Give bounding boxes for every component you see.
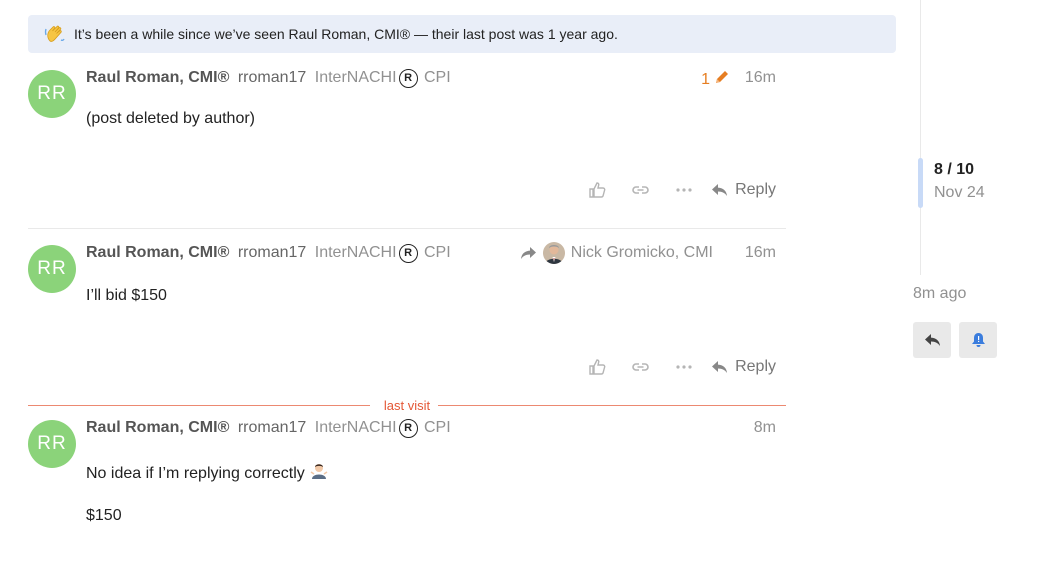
author-username[interactable]: rroman17 (238, 69, 306, 86)
reply-to-avatar (542, 242, 565, 264)
thumbs-up-icon (589, 182, 606, 198)
reply-to-name: Nick Gromicko, CMI (570, 244, 713, 261)
post-actions: Reply (576, 352, 776, 382)
registered-icon: R (398, 419, 418, 438)
reply-icon (712, 361, 728, 373)
registered-icon: R (398, 69, 418, 88)
user-title: InterNACHI R CPI (314, 69, 451, 88)
post-paragraph: No idea if I’m replying correctly (86, 462, 328, 485)
reply-button[interactable]: Reply (711, 181, 776, 199)
more-options-button[interactable] (662, 352, 705, 382)
post-8: RR Raul Roman, CMI® rroman17 InterNACHI R… (28, 69, 788, 220)
registered-icon: R (398, 244, 418, 263)
author-name[interactable]: Raul Roman, CMI® (86, 244, 229, 261)
last-visit-label: last visit (383, 398, 431, 413)
post-actions: Reply (576, 175, 776, 205)
avatar[interactable]: RR (28, 420, 76, 468)
author-name[interactable]: Raul Roman, CMI® (86, 419, 229, 436)
post-paragraph: (post deleted by author) (86, 110, 255, 127)
reply-label: Reply (735, 181, 776, 198)
copy-link-button[interactable] (619, 175, 662, 205)
thumbs-up-icon (589, 359, 606, 375)
user-title: InterNACHI R CPI (314, 244, 451, 263)
post-date[interactable]: 16m (745, 69, 776, 87)
post-meta: Raul Roman, CMI® rroman17 InterNACHI R CP… (86, 244, 451, 263)
post-10: RR Raul Roman, CMI® rroman17 InterNACHI R… (28, 419, 788, 570)
timeline-date: Nov 24 (934, 184, 985, 201)
like-button[interactable] (576, 175, 619, 205)
last-visit-divider: last visit (28, 398, 786, 413)
link-icon (632, 363, 649, 371)
edit-history-button[interactable]: 1 (701, 69, 730, 90)
author-username[interactable]: rroman17 (238, 419, 306, 436)
waving-hand-icon (44, 23, 66, 45)
post-paragraph: I’ll bid $150 (86, 287, 167, 304)
notification-level-button[interactable] (959, 322, 997, 358)
banner-text: It’s been a while since we’ve seen Raul … (74, 26, 618, 42)
link-icon (632, 186, 649, 194)
timeline-track (920, 0, 921, 275)
inactivity-banner: It’s been a while since we’ve seen Raul … (28, 15, 896, 53)
post-body: I’ll bid $150 (86, 287, 167, 305)
post-body: No idea if I’m replying correctly $150 (86, 462, 328, 525)
author-username[interactable]: rroman17 (238, 244, 306, 261)
share-arrow-icon (520, 247, 536, 259)
post-divider (28, 228, 786, 229)
timeline-position[interactable]: 8 / 10 (934, 161, 974, 179)
edit-count: 1 (701, 70, 710, 88)
timeline-scroller-handle[interactable] (918, 158, 923, 208)
post-body: (post deleted by author) (86, 110, 255, 128)
user-title: InterNACHI R CPI (314, 419, 451, 438)
ellipsis-icon (675, 188, 692, 192)
timeline-last-activity[interactable]: 8m ago (913, 285, 966, 303)
post-meta: Raul Roman, CMI® rroman17 InterNACHI R CP… (86, 69, 451, 88)
post-meta: Raul Roman, CMI® rroman17 InterNACHI R CP… (86, 419, 451, 438)
reply-to-tab[interactable]: Nick Gromicko, CMI (520, 242, 713, 264)
reply-icon (712, 184, 728, 196)
avatar[interactable]: RR (28, 70, 76, 118)
post-paragraph: $150 (86, 507, 122, 524)
like-button[interactable] (576, 352, 619, 382)
ellipsis-icon (675, 365, 692, 369)
timeline-reply-button[interactable] (913, 322, 951, 358)
bell-icon (971, 333, 985, 347)
post-9: RR Raul Roman, CMI® rroman17 InterNACHI R… (28, 242, 788, 395)
person-shrugging-icon (310, 462, 328, 485)
reply-label: Reply (735, 358, 776, 375)
post-date[interactable]: 16m (745, 244, 776, 262)
copy-link-button[interactable] (619, 352, 662, 382)
avatar[interactable]: RR (28, 245, 76, 293)
reply-button[interactable]: Reply (711, 358, 776, 376)
reply-icon (924, 334, 940, 346)
post-date[interactable]: 8m (754, 419, 776, 437)
author-name[interactable]: Raul Roman, CMI® (86, 69, 229, 86)
pencil-icon (714, 69, 730, 90)
more-options-button[interactable] (662, 175, 705, 205)
